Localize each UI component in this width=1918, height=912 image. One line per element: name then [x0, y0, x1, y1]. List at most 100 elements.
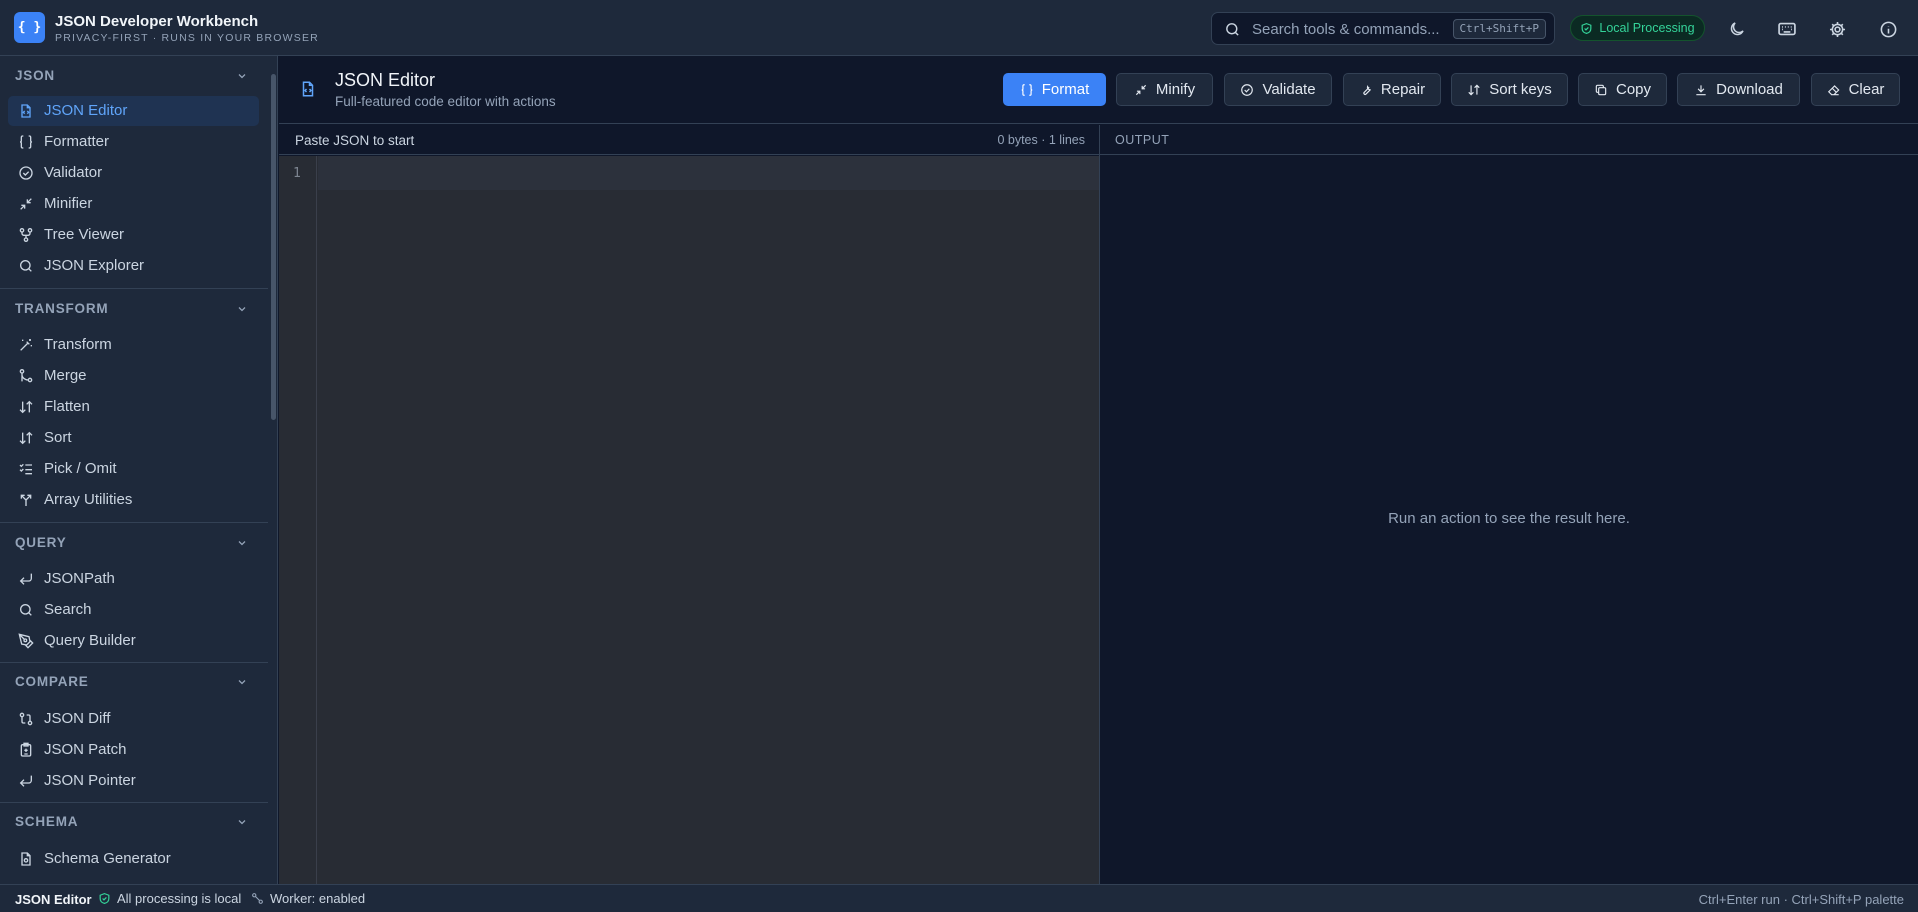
sidebar-item-json-pointer[interactable]: JSON Pointer	[8, 766, 259, 796]
top-bar: { } JSON Developer Workbench PRIVACY-FIR…	[0, 0, 1918, 56]
sidebar-item-label: JSON Patch	[44, 741, 127, 758]
chevron-down-icon	[236, 676, 248, 688]
sidebar-item-array-utilities[interactable]: Array Utilities	[8, 485, 259, 515]
check-circle-icon	[1240, 83, 1254, 97]
status-local-processing: All processing is local	[98, 891, 241, 906]
sidebar-item-label: JSON Editor	[44, 102, 128, 119]
sort-keys-button-label: Sort keys	[1489, 81, 1552, 98]
sidebar-item-label: Array Utilities	[44, 491, 133, 508]
sidebar-item-schema-generator[interactable]: Schema Generator	[8, 844, 259, 874]
arrows-up-down-icon	[18, 399, 34, 415]
chevron-down-icon	[236, 303, 248, 315]
sidebar-item-label: Query Builder	[44, 632, 136, 649]
git-merge-icon	[18, 368, 34, 384]
sidebar-item-label: Sort	[44, 429, 72, 446]
section-compare-header[interactable]: COMPARE	[0, 668, 268, 696]
section-title: JSON	[15, 68, 55, 83]
output-empty-message: Run an action to see the result here.	[1388, 510, 1630, 527]
sidebar-item-label: Transform	[44, 336, 112, 353]
chevron-down-icon	[236, 816, 248, 828]
file-code-icon	[18, 103, 34, 119]
search-icon	[18, 258, 34, 274]
sidebar-item-pick-omit[interactable]: Pick / Omit	[8, 454, 259, 484]
sidebar-item-json-explorer[interactable]: JSON Explorer	[8, 251, 259, 281]
active-line-highlight[interactable]	[318, 156, 1099, 190]
tool-header: JSON Editor Full-featured code editor wi…	[279, 56, 1918, 124]
clipboard-diff-icon	[18, 742, 34, 758]
sidebar-item-label: Tree Viewer	[44, 226, 125, 243]
copy-button[interactable]: Copy	[1578, 73, 1667, 106]
section-title: QUERY	[15, 535, 67, 550]
sidebar-item-transform[interactable]: Transform	[8, 330, 259, 360]
sidebar-item-formatter[interactable]: Formatter	[8, 127, 259, 157]
sidebar-item-json-diff[interactable]: JSON Diff	[8, 704, 259, 734]
output-pane: Run an action to see the result here.	[1100, 156, 1918, 884]
download-button[interactable]: Download	[1677, 73, 1800, 106]
status-current-tool: JSON Editor	[15, 892, 92, 907]
sidebar-item-search[interactable]: Search	[8, 595, 259, 625]
sort-keys-button[interactable]: Sort keys	[1451, 73, 1568, 106]
sidebar-item-validator[interactable]: Validator	[8, 158, 259, 188]
section-divider	[0, 288, 268, 289]
search-icon	[1224, 21, 1241, 38]
repair-button[interactable]: Repair	[1343, 73, 1441, 106]
sidebar-item-label: Minifier	[44, 195, 93, 212]
validate-button-label: Validate	[1262, 81, 1316, 98]
eraser-icon	[1827, 83, 1841, 97]
shield-check-icon	[98, 892, 111, 905]
input-pane-header: Paste JSON to start 0 bytes · 1 lines	[279, 125, 1099, 155]
sidebar-item-sort[interactable]: Sort	[8, 423, 259, 453]
sidebar-item-label: JSON Explorer	[44, 257, 145, 274]
json-input-editor[interactable]: 1	[279, 156, 1099, 884]
settings-gear-icon[interactable]	[1826, 18, 1848, 40]
sidebar-item-tree-viewer[interactable]: Tree Viewer	[8, 220, 259, 250]
section-json-header[interactable]: JSON	[0, 62, 268, 90]
pen-tool-icon	[18, 633, 34, 649]
format-button-label: Format	[1041, 81, 1090, 98]
status-worker: Worker: enabled	[251, 891, 365, 906]
check-circle-icon	[18, 165, 34, 181]
section-schema-header[interactable]: SCHEMA	[0, 808, 268, 836]
format-button[interactable]: Format	[1003, 73, 1106, 106]
chevron-down-icon	[236, 537, 248, 549]
download-icon	[1694, 83, 1708, 97]
arrows-sort-icon	[18, 430, 34, 446]
app-subtitle: PRIVACY-FIRST · RUNS IN YOUR BROWSER	[55, 32, 319, 44]
search-placeholder: Search tools & commands...	[1252, 21, 1440, 38]
minify-button[interactable]: Minify	[1116, 73, 1213, 106]
sidebar-item-jsonpath[interactable]: JSONPath	[8, 564, 259, 594]
sidebar-item-query-builder[interactable]: Query Builder	[8, 626, 259, 656]
minify-button-label: Minify	[1155, 81, 1196, 98]
download-button-label: Download	[1716, 81, 1783, 98]
command-search[interactable]: Search tools & commands... Ctrl+Shift+P	[1211, 12, 1555, 45]
status-worker-label: Worker: enabled	[270, 891, 366, 906]
copy-button-label: Copy	[1615, 81, 1652, 98]
copy-icon	[1594, 83, 1608, 97]
sidebar-scrollbar-thumb[interactable]	[271, 74, 276, 420]
theme-toggle-moon-icon[interactable]	[1726, 18, 1748, 40]
sidebar-item-label: Formatter	[44, 133, 110, 150]
clear-button[interactable]: Clear	[1811, 73, 1900, 106]
magic-wand-icon	[18, 337, 34, 353]
minimize-arrows-icon	[1134, 83, 1148, 97]
keyboard-shortcuts-icon[interactable]	[1776, 18, 1798, 40]
file-code-icon	[299, 80, 317, 98]
sidebar-item-flatten[interactable]: Flatten	[8, 392, 259, 422]
sidebar-item-json-editor[interactable]: JSON Editor	[8, 96, 259, 126]
section-query-header[interactable]: QUERY	[0, 529, 268, 557]
sidebar-item-merge[interactable]: Merge	[8, 361, 259, 391]
validate-button[interactable]: Validate	[1224, 73, 1332, 106]
sidebar-item-minifier[interactable]: Minifier	[8, 189, 259, 219]
sidebar-item-json-patch[interactable]: JSON Patch	[8, 735, 259, 765]
worker-nodes-icon	[251, 892, 264, 905]
wrench-icon	[1359, 83, 1373, 97]
section-divider	[0, 802, 268, 803]
info-icon[interactable]	[1877, 18, 1899, 40]
file-cog-icon	[18, 851, 34, 867]
section-transform-header[interactable]: TRANSFORM	[0, 295, 268, 323]
sidebar: JSON JSON Editor Formatter Validator Min…	[0, 56, 278, 884]
git-compare-icon	[18, 711, 34, 727]
sidebar-item-label: JSONPath	[44, 570, 115, 587]
section-divider	[0, 522, 268, 523]
section-title: COMPARE	[15, 674, 89, 689]
